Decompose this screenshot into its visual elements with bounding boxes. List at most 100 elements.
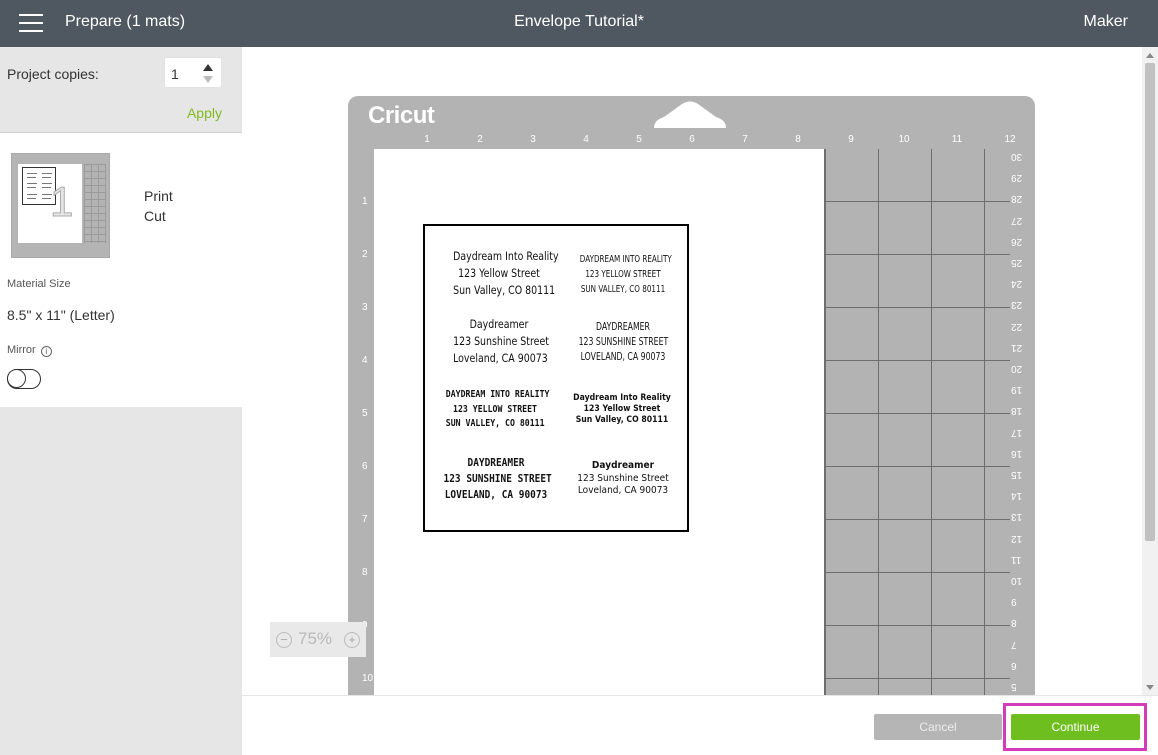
- vertical-scrollbar[interactable]: [1142, 47, 1158, 695]
- ruler-left-tick: 10: [362, 673, 374, 684]
- ruler-top-tick: 9: [848, 134, 854, 145]
- material-size-label: Material Size: [7, 278, 71, 290]
- mat-settings-panel: 1 Print Cut Material Size 8.5" x 11" (Le…: [0, 133, 242, 407]
- address-block: Daydream Into Reality 123 Yellow Street …: [453, 248, 558, 299]
- address-line: LOVELAND, CA 90073: [444, 488, 548, 501]
- mirror-label-text: Mirror: [7, 344, 36, 356]
- project-name: Envelope Tutorial*: [514, 13, 644, 30]
- ruler-right-tick: 22: [1011, 320, 1023, 332]
- ruler-top-tick: 1: [424, 134, 430, 145]
- cancel-button[interactable]: Cancel: [874, 714, 1002, 740]
- ruler-right-tick: 18: [1011, 405, 1023, 417]
- ruler-top-tick: 12: [1004, 134, 1016, 145]
- ruler-right-tick: 16: [1011, 447, 1023, 459]
- stepper-up-icon[interactable]: [203, 64, 213, 71]
- mat-thumbnail-grid: [84, 164, 106, 243]
- mat-notch: [654, 101, 726, 128]
- mirror-label: Mirror i: [7, 344, 52, 357]
- ruler-top-tick: 6: [689, 134, 695, 145]
- mat-thumbnail[interactable]: 1: [11, 153, 110, 258]
- ruler-right-tick: 5: [1011, 681, 1017, 692]
- mat-preview-canvas: Cricut 123456789101112 12345678910 30292…: [242, 47, 1142, 695]
- address-line: Daydreamer: [591, 460, 655, 471]
- ruler-top-tick: 10: [898, 134, 910, 145]
- ruler-top-tick: 8: [795, 134, 801, 145]
- address-line: DAYDREAMER: [596, 321, 650, 333]
- ruler-right-tick: 28: [1011, 193, 1023, 205]
- top-bar: Prepare (1 mats) Envelope Tutorial* Make…: [0, 0, 1158, 47]
- ruler-left-tick: 3: [362, 302, 368, 313]
- address-block: DAYDREAM INTO REALITY 123 YELLOW STREET …: [579, 252, 672, 297]
- ruler-right-tick: 29: [1011, 172, 1023, 184]
- mat-paper: Daydream Into Reality 123 Yellow Street …: [374, 149, 824, 695]
- info-icon[interactable]: i: [40, 346, 52, 357]
- ruler-right-tick: 7: [1011, 638, 1017, 650]
- scroll-down-icon[interactable]: [1146, 685, 1154, 690]
- ruler-left-tick: 7: [362, 514, 368, 525]
- ruler-top-tick: 4: [583, 134, 589, 145]
- continue-button[interactable]: Continue: [1011, 714, 1140, 740]
- ruler-left-tick: 2: [362, 249, 368, 260]
- cutting-mat: Cricut 123456789101112 12345678910 30292…: [348, 96, 1035, 695]
- address-line: 123 Sunshine Street: [453, 334, 549, 348]
- address-line: Daydream Into Reality: [573, 393, 671, 403]
- address-line: DAYDREAM INTO REALITY: [579, 254, 672, 265]
- mirror-toggle-knob: [7, 369, 26, 388]
- continue-highlight: Continue: [1003, 703, 1147, 751]
- zoom-control: − 75% +: [270, 622, 366, 657]
- address-line: 123 YELLOW STREET: [585, 269, 661, 280]
- address-block: DAYDREAM INTO REALITY 123 YELLOW STREET …: [445, 388, 550, 432]
- address-line: 123 SUNSHINE STREET: [443, 472, 552, 485]
- ruler-right-tick: 11: [1011, 553, 1022, 565]
- address-block: Daydreamer 123 Sunshine Street Loveland,…: [453, 316, 549, 367]
- scroll-thumb[interactable]: [1145, 63, 1155, 541]
- ruler-right-tick: 8: [1011, 617, 1017, 629]
- ruler-right-tick: 10: [1011, 575, 1023, 586]
- address-line: DAYDREAM INTO REALITY: [445, 389, 550, 400]
- material-size-value[interactable]: 8.5" x 11" (Letter): [7, 307, 115, 323]
- ruler-left-tick: 5: [362, 408, 368, 419]
- ruler-right-tick: 26: [1011, 235, 1023, 247]
- address-line: 123 SUNSHINE STREET: [578, 336, 669, 348]
- address-labels-design[interactable]: Daydream Into Reality 123 Yellow Street …: [423, 224, 689, 532]
- ruler-top-tick: 2: [477, 134, 483, 145]
- ruler-right-tick: 6: [1011, 659, 1017, 671]
- footer-bar: Cancel Continue: [242, 695, 1158, 755]
- mirror-toggle[interactable]: [7, 369, 41, 389]
- address-block: DAYDREAMER 123 SUNSHINE STREET LOVELAND,…: [443, 455, 552, 503]
- zoom-out-icon[interactable]: −: [276, 632, 292, 648]
- ruler-left-tick: 6: [362, 461, 368, 472]
- address-line: Sun Valley, CO 80111: [453, 283, 556, 297]
- project-copies-label: Project copies:: [7, 66, 99, 82]
- machine-selector[interactable]: Maker: [1084, 13, 1128, 31]
- ruler-left-tick: 8: [362, 567, 368, 578]
- scroll-up-icon[interactable]: [1146, 53, 1154, 58]
- address-line: Daydreamer: [469, 317, 529, 331]
- page-title: Prepare (1 mats): [65, 13, 186, 30]
- address-line: Sun Valley, CO 80111: [575, 415, 669, 425]
- ruler-right-tick: 12: [1011, 532, 1023, 544]
- ruler-right-tick: 13: [1011, 511, 1023, 523]
- ruler-right-tick: 14: [1011, 490, 1023, 502]
- mat-print-label: Print: [144, 188, 173, 204]
- address-line: Loveland, CA 90073: [577, 485, 669, 496]
- apply-button[interactable]: Apply: [187, 105, 222, 121]
- ruler-right-tick: 25: [1011, 257, 1023, 268]
- project-copies-value[interactable]: 1: [171, 66, 179, 82]
- stepper-down-icon[interactable]: [203, 76, 213, 83]
- ruler-right-tick: 30: [1011, 151, 1023, 162]
- ruler-right-tick: 9: [1011, 596, 1017, 608]
- address-line: 123 Yellow Street: [583, 404, 661, 414]
- address-line: SUN VALLEY, CO 80111: [580, 284, 666, 295]
- hamburger-icon[interactable]: [19, 14, 43, 32]
- zoom-in-icon[interactable]: +: [344, 632, 360, 648]
- ruler-right-tick: 19: [1011, 384, 1023, 396]
- ruler-top-tick: 3: [530, 134, 536, 145]
- ruler-left-tick: 1: [362, 196, 368, 207]
- address-block: Daydreamer 123 Sunshine Street Loveland,…: [569, 460, 677, 498]
- ruler-right-tick: 17: [1011, 426, 1023, 438]
- ruler-right-tick: 24: [1011, 278, 1023, 290]
- project-copies-input[interactable]: 1: [164, 57, 222, 88]
- address-block: DAYDREAMER 123 SUNSHINE STREET LOVELAND,…: [578, 320, 669, 365]
- address-line: DAYDREAMER: [467, 456, 525, 469]
